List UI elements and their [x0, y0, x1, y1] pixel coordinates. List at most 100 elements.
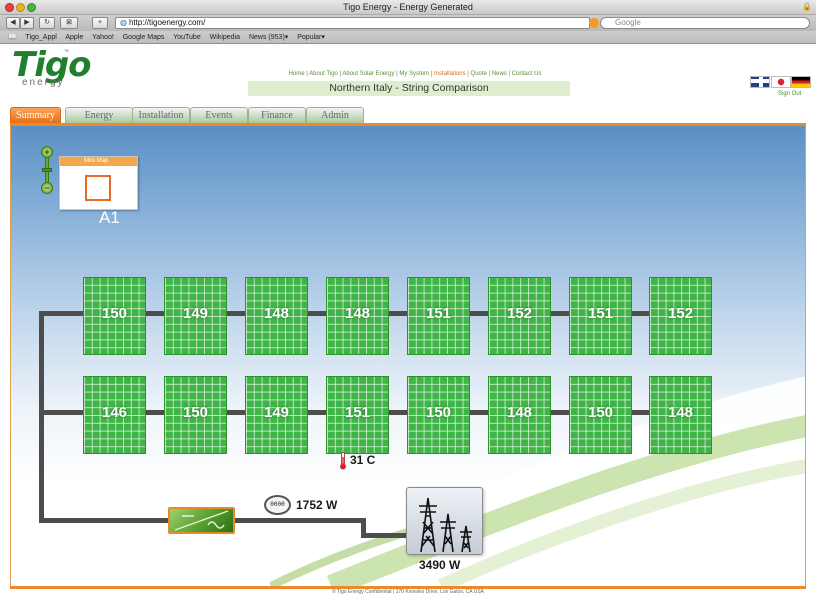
solar-panel[interactable]: 151	[326, 376, 389, 454]
panel-power-value: 151	[344, 404, 371, 421]
nav-quote[interactable]: Quote	[471, 71, 487, 77]
temperature-reading: 31 C	[350, 453, 376, 467]
tab-installation[interactable]: Installation	[132, 107, 190, 123]
panel-power-value: 150	[587, 404, 614, 421]
grid-power-reading: 3490 W	[419, 558, 461, 572]
germany-flag-icon[interactable]	[791, 76, 811, 88]
forward-button[interactable]: ▶	[20, 17, 34, 29]
meter-icon[interactable]: 0000	[264, 495, 291, 515]
window-titlebar: Tigo Energy - Energy Generated 🔒	[0, 0, 816, 15]
mini-map[interactable]: Mini Map	[59, 156, 138, 210]
window-title: Tigo Energy - Energy Generated	[343, 2, 473, 12]
solar-panel[interactable]: 148	[488, 376, 551, 454]
grid-feed-wire	[361, 533, 406, 538]
thermometer-icon	[340, 452, 346, 470]
inverter-output-wire	[235, 518, 365, 523]
nav-about-solar[interactable]: About Solar Energy	[342, 71, 394, 77]
bookmark-item[interactable]: Wikipedia	[210, 34, 240, 41]
power-grid-icon[interactable]	[406, 487, 483, 555]
bookmark-item[interactable]: Yahoo!	[92, 34, 114, 41]
tab-admin[interactable]: Admin	[306, 107, 364, 123]
address-bar[interactable]: ◍ http://tigoenergy.com/	[115, 17, 590, 29]
inverter-icon[interactable]	[168, 507, 235, 534]
solar-panel[interactable]: 149	[164, 277, 227, 355]
uk-flag-icon[interactable]	[750, 76, 770, 88]
bookmarks-bar: 📖 Tigo_Appl Apple Yahoo! Google Maps You…	[0, 31, 816, 44]
bookmarks-book-icon[interactable]: 📖	[8, 34, 17, 41]
reload-button[interactable]: ↻	[39, 17, 55, 29]
bookmark-item[interactable]: Google Maps	[123, 34, 165, 41]
array-label: A1	[99, 208, 120, 227]
panel-link-wire	[551, 410, 569, 415]
solar-panel[interactable]: 150	[83, 277, 146, 355]
nav-installations[interactable]: Installations	[434, 71, 466, 77]
panel-link-wire	[470, 410, 488, 415]
solar-panel[interactable]: 150	[407, 376, 470, 454]
panel-link-wire	[632, 311, 649, 316]
panel-power-value: 146	[101, 404, 128, 421]
trademark-mark: ™	[64, 49, 69, 55]
nav-about-tigo[interactable]: About Tigo	[309, 71, 338, 77]
solar-panel[interactable]: 149	[245, 376, 308, 454]
sign-out-link[interactable]: Sign Out	[778, 91, 801, 97]
add-bookmark-button[interactable]: +	[92, 17, 108, 29]
solar-panel[interactable]: 148	[326, 277, 389, 355]
panel-link-wire	[146, 410, 164, 415]
top-nav: Home | About Tigo | About Solar Energy |…	[288, 71, 542, 77]
japan-flag-icon[interactable]	[771, 76, 791, 88]
tab-finance[interactable]: Finance	[248, 107, 306, 123]
solar-panel[interactable]: 150	[164, 376, 227, 454]
panel-power-value: 152	[506, 305, 533, 322]
solar-panel[interactable]: 152	[649, 277, 712, 355]
tab-summary[interactable]: Summary	[10, 107, 61, 123]
mini-map-title: Mini Map	[60, 157, 137, 166]
zoom-out-button[interactable]: −	[41, 182, 53, 194]
tab-events[interactable]: Events	[190, 107, 248, 123]
string-bus-wire	[39, 311, 44, 523]
zoom-slider-handle[interactable]	[42, 168, 52, 172]
solar-panel[interactable]: 146	[83, 376, 146, 454]
panel-link-wire	[227, 410, 245, 415]
meter-power-reading: 1752 W	[296, 498, 338, 512]
lock-icon: 🔒	[802, 2, 812, 11]
panel-power-value: 148	[344, 305, 371, 322]
bookmark-item[interactable]: Popular▾	[297, 34, 325, 41]
panel-link-wire	[551, 311, 569, 316]
zoom-control: + −	[41, 146, 53, 194]
address-url: http://tigoenergy.com/	[128, 18, 206, 27]
panel-power-value: 151	[425, 305, 452, 322]
solar-panel[interactable]: 151	[569, 277, 632, 355]
page-title: Northern Italy - String Comparison	[248, 81, 570, 96]
search-input[interactable]: Google	[600, 17, 810, 29]
nav-home[interactable]: Home	[289, 71, 305, 77]
bookmark-item[interactable]: Tigo_Appl	[26, 34, 57, 41]
tigo-logo[interactable]: Tigo energy	[12, 48, 92, 88]
panel-link-wire	[470, 311, 488, 316]
panel-power-value: 151	[587, 305, 614, 322]
solar-panel[interactable]: 151	[407, 277, 470, 355]
mini-map-viewport[interactable]	[85, 175, 111, 201]
snapback-button[interactable]: ⊠	[60, 17, 78, 29]
bookmark-item[interactable]: YouTube	[173, 34, 201, 41]
back-button[interactable]: ◀	[6, 17, 20, 29]
nav-my-system[interactable]: My System	[399, 71, 429, 77]
panel-power-value: 149	[263, 404, 290, 421]
solar-panel[interactable]: 148	[245, 277, 308, 355]
nav-contact-us[interactable]: Contact Us	[512, 71, 542, 77]
panel-link-wire	[227, 311, 245, 316]
zoom-in-button[interactable]: +	[41, 146, 53, 158]
browser-toolbar: ◀ ▶ ↻ ⊠ + ◍ http://tigoenergy.com/ Google	[0, 15, 816, 31]
panel-power-value: 152	[667, 305, 694, 322]
solar-panel[interactable]: 152	[488, 277, 551, 355]
bookmark-item[interactable]: News (953)▾	[249, 34, 288, 41]
panel-link-wire	[146, 311, 164, 316]
system-diagram: + − Mini Map A1 150 149 148 148 151 152 151 152…	[10, 126, 806, 586]
bookmark-item[interactable]: Apple	[65, 34, 83, 41]
string2-lead-wire	[39, 410, 83, 415]
solar-panel[interactable]: 150	[569, 376, 632, 454]
nav-news[interactable]: News	[492, 71, 507, 77]
solar-panel[interactable]: 148	[649, 376, 712, 454]
panel-link-wire	[632, 410, 649, 415]
tab-energy[interactable]: Energy	[65, 107, 133, 123]
google-icon	[589, 18, 599, 28]
